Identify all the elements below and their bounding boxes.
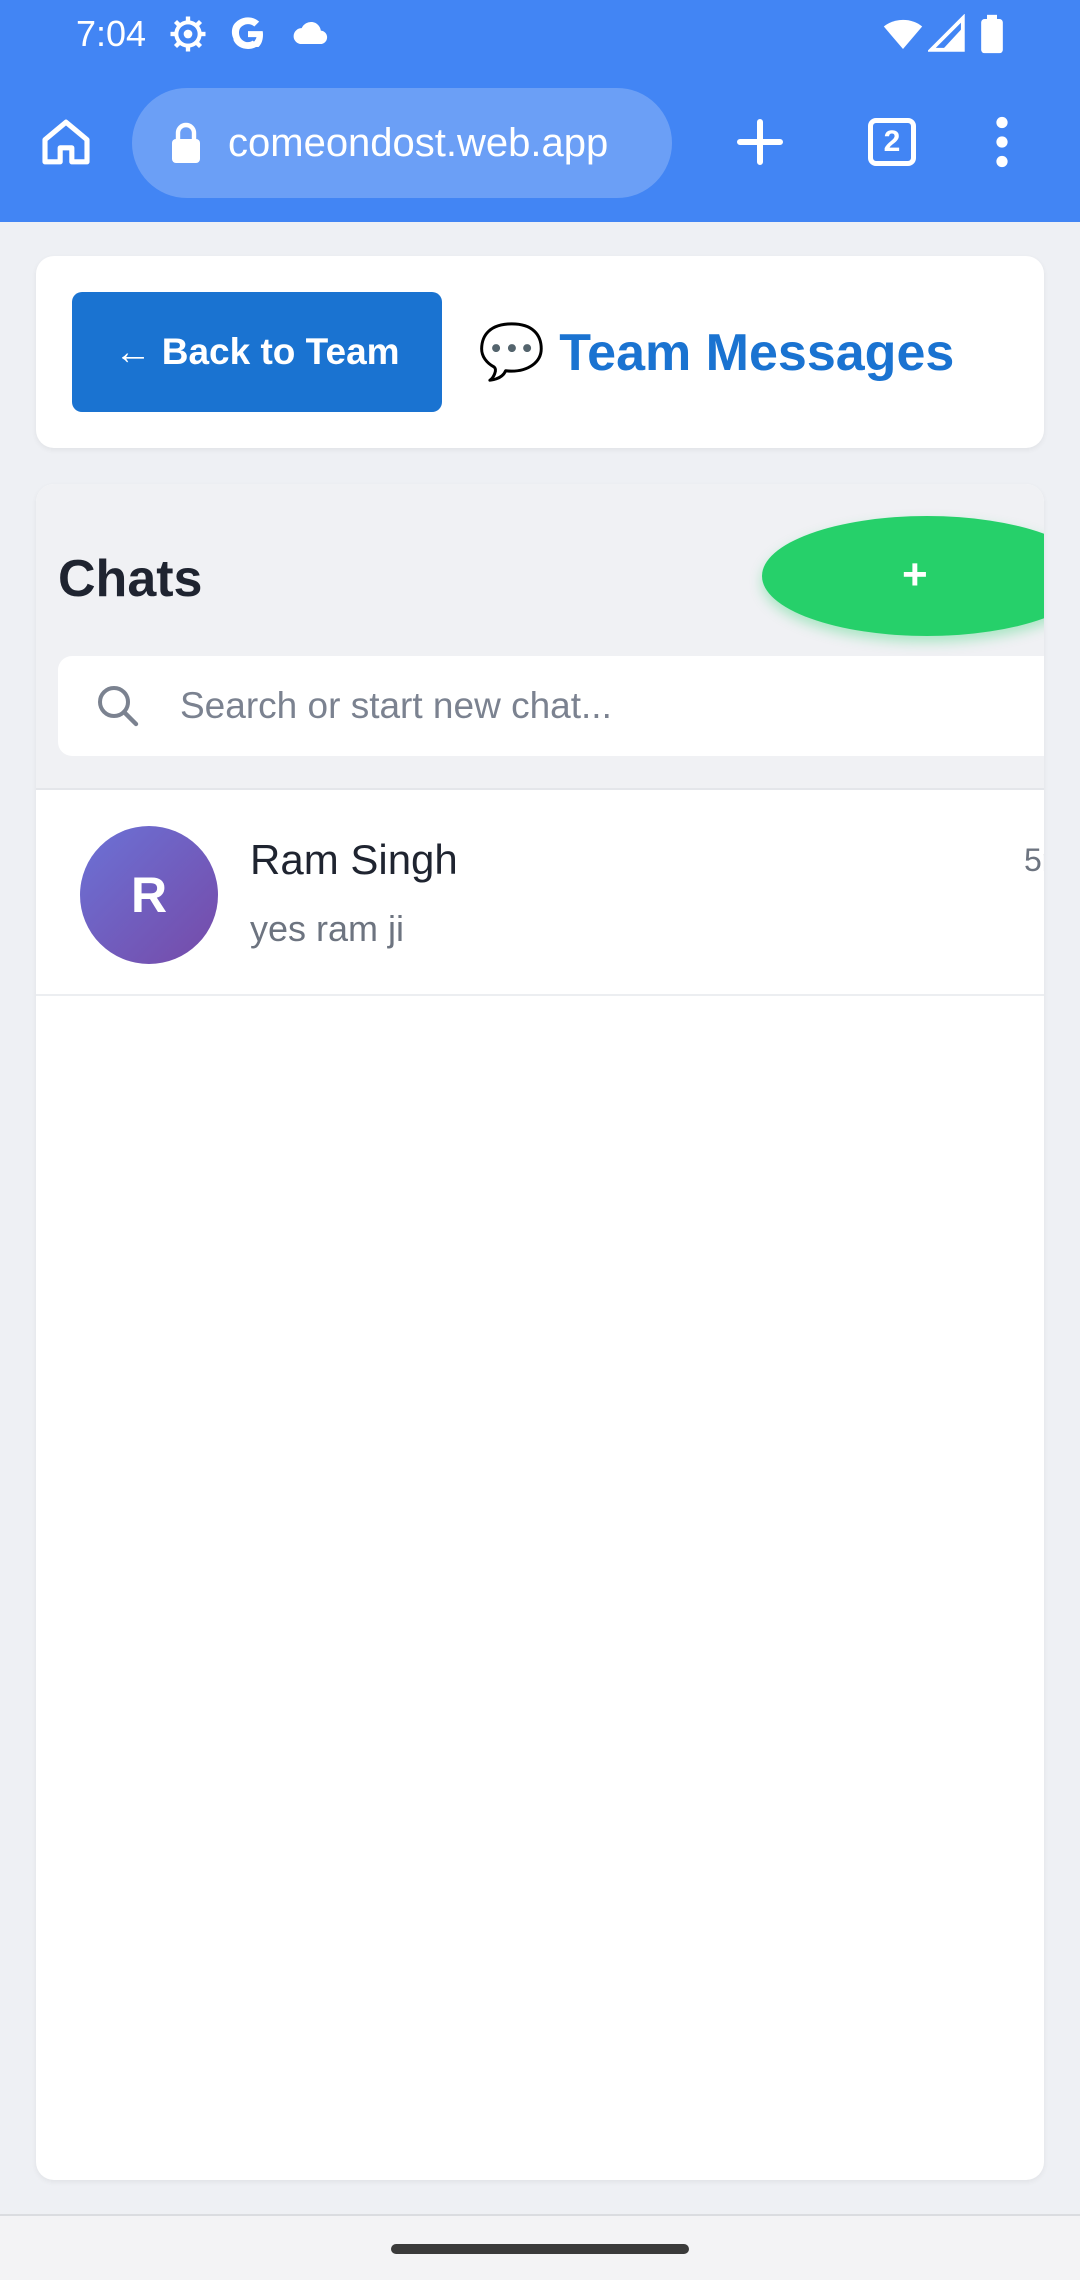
browser-toolbar: comeondost.web.app 2 — [0, 70, 1080, 222]
status-time: 7:04 — [76, 13, 147, 54]
gesture-handle[interactable] — [391, 2244, 689, 2254]
chat-list-item[interactable]: R Ram Singh yes ram ji 5m — [36, 792, 1044, 996]
browser-chrome: 7:04 comeondost.web.app 2 — [0, 0, 1080, 222]
chat-panel: Chats + R Ram Singh yes ram ji 5m — [36, 484, 1044, 2180]
chat-timestamp: 5m — [1024, 842, 1044, 878]
status-bar: 7:04 — [0, 0, 1080, 70]
url-text: comeondost.web.app — [228, 121, 609, 165]
address-bar[interactable]: comeondost.web.app — [132, 88, 672, 198]
search-box[interactable] — [58, 656, 1044, 756]
more-vert-icon[interactable] — [966, 106, 1038, 178]
header-card: ← Back to Team 💬 Team Messages — [36, 256, 1044, 448]
chats-title: Chats — [58, 550, 203, 608]
chat-last-message: yes ram ji — [250, 908, 405, 949]
google-icon — [228, 14, 268, 59]
page-title-text: Team Messages — [559, 324, 955, 382]
page-title: 💬 Team Messages — [478, 292, 954, 412]
new-chat-button[interactable]: + — [762, 516, 1044, 636]
signal-icon — [926, 13, 966, 59]
lock-icon — [170, 121, 202, 170]
home-icon[interactable] — [30, 106, 102, 178]
speech-bubble-icon: 💬 — [478, 322, 546, 382]
back-to-team-button[interactable]: ← Back to Team — [72, 292, 442, 412]
system-nav-bar — [0, 2214, 1080, 2280]
chat-contact-name: Ram Singh — [250, 836, 458, 883]
new-tab-icon[interactable] — [724, 106, 796, 178]
new-chat-label: + — [902, 550, 928, 599]
cloud-icon — [288, 14, 332, 59]
chat-panel-header: Chats + — [36, 484, 1044, 790]
tabs-icon[interactable]: 2 — [856, 106, 928, 178]
tab-count: 2 — [868, 118, 916, 166]
search-icon — [94, 682, 142, 735]
avatar: R — [80, 826, 218, 964]
search-input[interactable] — [178, 656, 1038, 756]
wifi-icon — [882, 14, 924, 59]
battery-icon — [980, 14, 1004, 59]
page-content: ← Back to Team 💬Team Messages Chats + R … — [0, 222, 1080, 2222]
settings-icon — [168, 14, 208, 59]
